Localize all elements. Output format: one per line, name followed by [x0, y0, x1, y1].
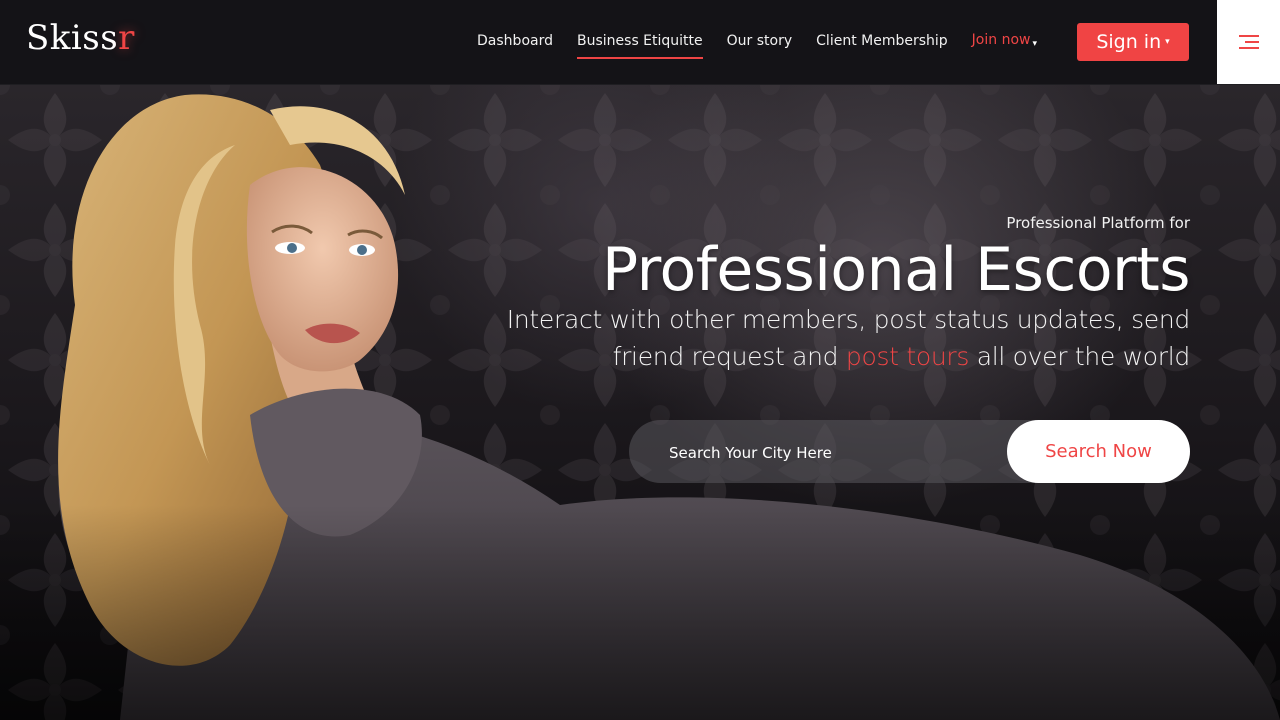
nav-dashboard[interactable]: Dashboard [477, 33, 553, 49]
hero-banner: Professional Platform for Professional E… [0, 85, 1280, 720]
hero-subline-end: all over the world [969, 342, 1191, 371]
city-search-input[interactable] [667, 420, 1001, 485]
chevron-down-icon: ▾ [1165, 37, 1170, 47]
hero-subline: Interact with other members, post status… [430, 301, 1191, 375]
main-nav: Dashboard Business Etiquitte Our story C… [453, 32, 1037, 59]
brand-name: Skiss [26, 18, 119, 58]
menu-toggle-button[interactable] [1217, 0, 1280, 84]
hero-headline: Professional Escorts [602, 235, 1190, 305]
nav-client-membership[interactable]: Client Membership [816, 33, 948, 49]
sign-in-button[interactable]: Sign in ▾ [1077, 23, 1189, 61]
hamburger-icon [1238, 33, 1259, 51]
city-search-bar: Search Now [629, 420, 1190, 485]
nav-join-now[interactable]: Join now ▾ [972, 32, 1037, 49]
chevron-down-icon: ▾ [1032, 39, 1037, 49]
top-header: Skissr Dashboard Business Etiquitte Our … [0, 0, 1280, 85]
nav-business-etiquitte[interactable]: Business Etiquitte [577, 33, 703, 59]
sign-in-label: Sign in [1096, 31, 1162, 53]
model-photo [0, 94, 1280, 720]
hero-subline-highlight: post tours [845, 342, 970, 371]
brand-accent-letter: r [118, 18, 135, 58]
brand-logo[interactable]: Skissr [26, 18, 135, 58]
search-now-button[interactable]: Search Now [1007, 420, 1190, 483]
nav-our-story[interactable]: Our story [727, 33, 793, 49]
hero-eyebrow: Professional Platform for [1006, 214, 1190, 232]
join-now-label: Join now [971, 32, 1031, 48]
